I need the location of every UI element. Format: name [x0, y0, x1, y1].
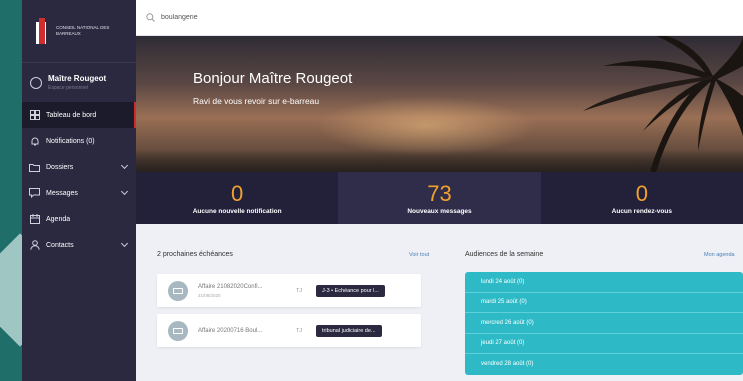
deadline-badge: tribunal judiciaire de... [316, 324, 382, 337]
stat-notifications[interactable]: 0 Aucune nouvelle notification [136, 172, 339, 224]
stat-value: 0 [635, 180, 648, 206]
app-window: Conseil National des Barreaux Maître Rou… [22, 0, 743, 381]
sidebar-item-label: Dossiers [46, 163, 74, 171]
gear-icon [30, 76, 42, 89]
hearings-list: lundi 24 août (0) mardi 25 août (0) merc… [465, 272, 743, 375]
deadline-title: Affaire 20200716 Boul... [198, 327, 263, 334]
greeting-subtitle: Ravi de vous revoir sur e-barreau [193, 96, 320, 106]
deadline-card[interactable]: Affaire 21082020Confi... 21/08/2020 TJ J… [157, 274, 421, 307]
profile-subtitle: Espace personnel [48, 85, 89, 91]
hearing-day-item[interactable]: mercred 26 août (0) [465, 313, 743, 334]
hearing-day-item[interactable]: lundi 24 août (0) [465, 272, 743, 293]
logo[interactable]: Conseil National des Barreaux [22, 0, 136, 62]
chat-icon [29, 188, 40, 198]
user-icon [29, 240, 40, 250]
cnb-logo-icon [34, 18, 50, 44]
sidebar-item-label: Agenda [46, 215, 71, 223]
sidebar-item-label: Tableau de bord [46, 111, 97, 119]
main-content: Bonjour Maître Rougeot Ravi de vous revo… [136, 0, 743, 381]
search-input[interactable] [161, 14, 461, 21]
folder-icon [29, 162, 40, 172]
stat-value: 73 [427, 180, 452, 206]
deadline-badge: J-3 • Echéance pour l... [316, 284, 385, 297]
sidebar-item-notifications[interactable]: Notifications (0) [22, 128, 136, 154]
hearing-day-item[interactable]: mardi 25 août (0) [465, 293, 743, 313]
calendar-icon [29, 214, 40, 224]
welcome-banner: Bonjour Maître Rougeot Ravi de vous revo… [136, 36, 743, 172]
stat-appointments[interactable]: 0 Aucun rendez-vous [540, 172, 743, 224]
greeting-title: Bonjour Maître Rougeot [193, 70, 353, 87]
jurisdiction-tag: TJ [295, 327, 303, 334]
sidebar-item-label: Contacts [46, 241, 74, 249]
palm-tree-illustration [583, 36, 743, 172]
stat-label: Aucun rendez-vous [611, 207, 672, 215]
folder-icon [168, 280, 188, 301]
chevron-down-icon [120, 239, 129, 248]
sidebar-item-messages[interactable]: Messages [22, 180, 136, 206]
sidebar-item-label: Messages [46, 189, 78, 197]
folder-icon [168, 320, 188, 341]
stat-label: Nouveaux messages [407, 207, 472, 215]
user-profile[interactable]: Maître Rougeot Espace personnel [22, 62, 136, 102]
bell-icon [29, 136, 40, 146]
sidebar-item-label: Notifications (0) [46, 137, 95, 145]
view-all-link[interactable]: Voir tout [409, 252, 429, 258]
deadline-date: 21/08/2020 [198, 292, 221, 298]
chevron-down-icon [120, 161, 129, 170]
sidebar-item-contacts[interactable]: Contacts [22, 232, 136, 258]
jurisdiction-tag: TJ [295, 287, 303, 294]
search-icon [146, 13, 155, 22]
my-agenda-link[interactable]: Mon agenda [704, 252, 735, 258]
dashboard-icon [29, 110, 40, 120]
hearing-day-item[interactable]: jeudi 27 août (0) [465, 334, 743, 354]
stat-messages[interactable]: 73 Nouveaux messages [338, 172, 541, 224]
sidebar: Conseil National des Barreaux Maître Rou… [22, 0, 136, 381]
logo-text: Conseil National des Barreaux [56, 25, 110, 36]
hearing-day-item[interactable]: vendred 28 août (0) [465, 354, 743, 375]
profile-name: Maître Rougeot [48, 74, 107, 83]
deadline-title: Affaire 21082020Confi... 21/08/2020 [198, 284, 282, 298]
deadline-card[interactable]: Affaire 20200716 Boul... TJ tribunal jud… [157, 314, 421, 347]
sidebar-item-dossiers[interactable]: Dossiers [22, 154, 136, 180]
lower-section: 2 prochaines échéances Voir tout Affaire… [136, 224, 743, 381]
stat-value: 0 [231, 180, 244, 206]
sidebar-item-agenda[interactable]: Agenda [22, 206, 136, 232]
stats-row: 0 Aucune nouvelle notification 73 Nouvea… [136, 172, 743, 224]
chevron-down-icon [120, 187, 129, 196]
sidebar-item-dashboard[interactable]: Tableau de bord [22, 102, 136, 128]
search-bar [136, 0, 743, 36]
hearings-title: Audiences de la semaine [465, 251, 544, 258]
deadlines-title: 2 prochaines échéances [157, 251, 233, 258]
stat-label: Aucune nouvelle notification [192, 207, 282, 215]
